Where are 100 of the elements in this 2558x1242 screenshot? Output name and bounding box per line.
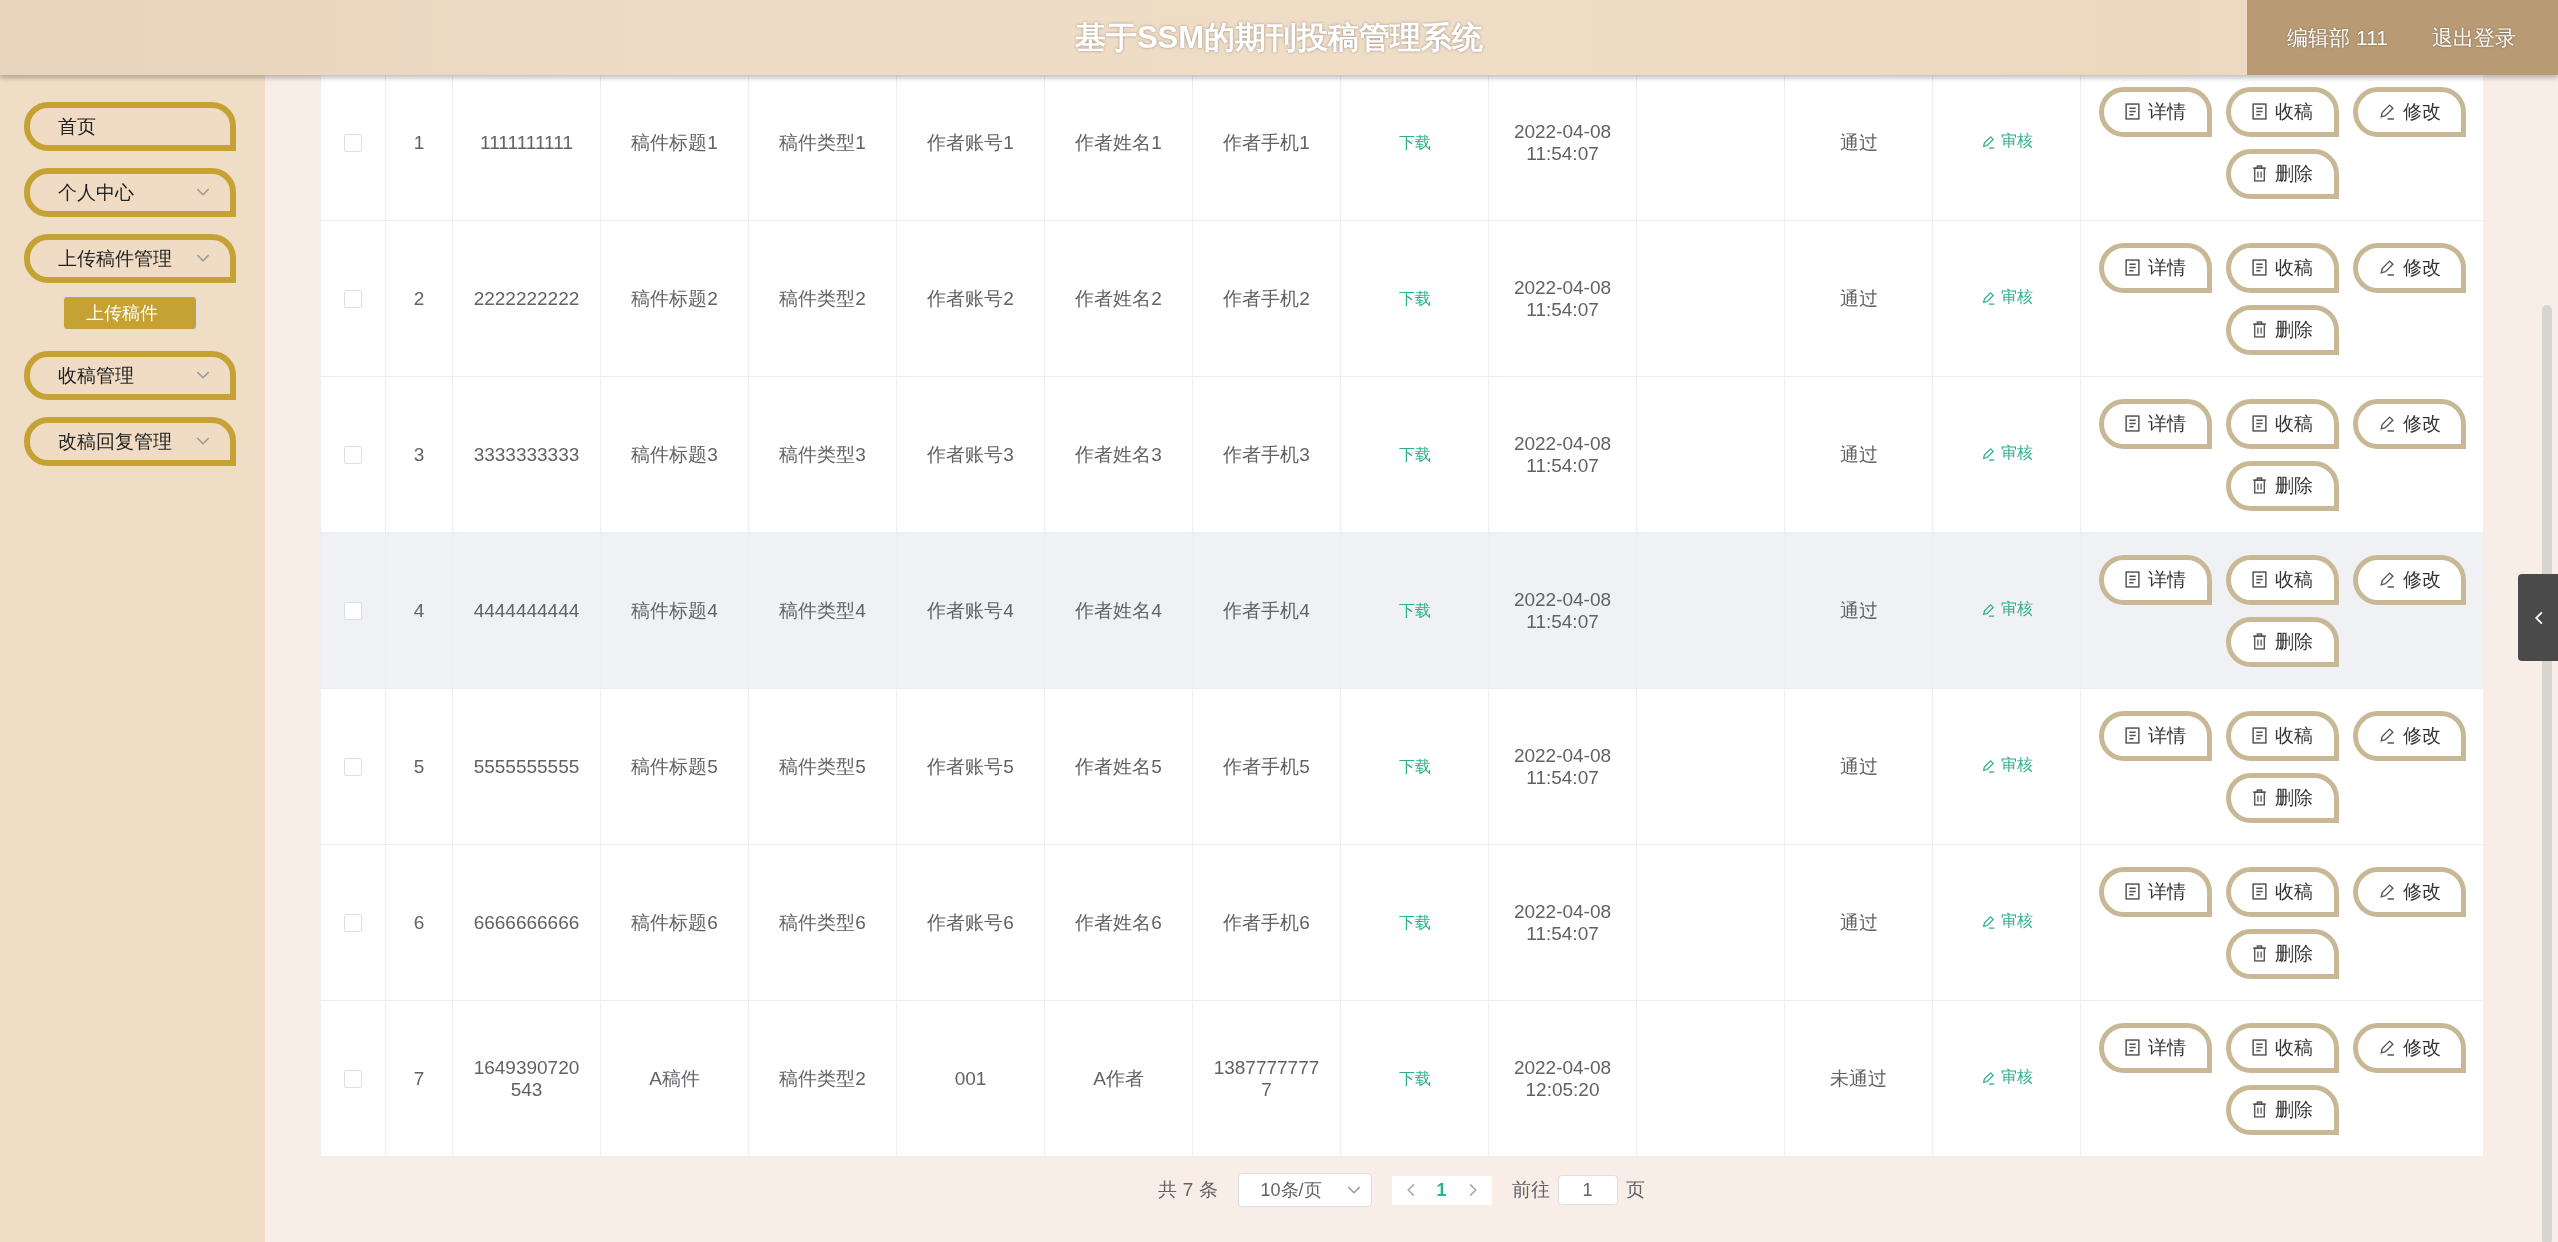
table-cell: 作者账号6 bbox=[896, 844, 1045, 1001]
pencil-icon bbox=[1980, 758, 1995, 773]
scrollbar[interactable] bbox=[2542, 305, 2552, 1242]
row-checkbox[interactable] bbox=[344, 446, 362, 465]
table-cell: 7 bbox=[385, 1000, 453, 1157]
table-cell: 作者手机5 bbox=[1192, 688, 1341, 845]
document-icon bbox=[2251, 727, 2267, 744]
action-button[interactable]: 修改 bbox=[2352, 242, 2466, 293]
table-cell: 2022-04-08 11:54:07 bbox=[1488, 220, 1637, 377]
nav-item[interactable]: 改稿回复管理 bbox=[24, 417, 236, 466]
trash-icon bbox=[2251, 789, 2267, 806]
action-button[interactable]: 修改 bbox=[2352, 710, 2466, 761]
action-button[interactable]: 收稿 bbox=[2225, 710, 2339, 761]
table-cell: 作者姓名2 bbox=[1044, 220, 1193, 377]
row-checkbox[interactable] bbox=[344, 602, 362, 621]
trash-icon bbox=[2251, 165, 2267, 182]
action-button[interactable]: 收稿 bbox=[2225, 1022, 2339, 1073]
pencil-icon bbox=[2377, 883, 2395, 900]
action-button[interactable]: 详情 bbox=[2098, 554, 2212, 605]
chevron-left-icon[interactable] bbox=[1405, 1183, 1415, 1197]
action-button[interactable]: 删除 bbox=[2225, 616, 2339, 667]
nav-item[interactable]: 首页 bbox=[24, 102, 236, 151]
table-cell: 3333333333 bbox=[452, 376, 601, 533]
document-icon bbox=[2124, 415, 2140, 432]
action-button[interactable]: 详情 bbox=[2098, 1022, 2212, 1073]
action-button[interactable]: 详情 bbox=[2098, 710, 2212, 761]
table-cell: 作者账号3 bbox=[896, 376, 1045, 533]
table-cell: 通过 bbox=[1784, 220, 1933, 377]
table-cell: 4 bbox=[385, 532, 453, 689]
table-cell: 通过 bbox=[1784, 688, 1933, 845]
table-cell: 作者账号2 bbox=[896, 220, 1045, 377]
action-button[interactable]: 收稿 bbox=[2225, 86, 2339, 137]
row-checkbox[interactable] bbox=[344, 914, 362, 933]
document-icon bbox=[2251, 883, 2267, 900]
action-button[interactable]: 收稿 bbox=[2225, 398, 2339, 449]
document-icon bbox=[2251, 1039, 2267, 1056]
table-cell: 稿件类型5 bbox=[748, 688, 897, 845]
action-button[interactable]: 删除 bbox=[2225, 460, 2339, 511]
table-cell: 稿件标题3 bbox=[600, 376, 749, 533]
action-button[interactable]: 修改 bbox=[2352, 1022, 2466, 1073]
action-button[interactable]: 修改 bbox=[2352, 398, 2466, 449]
table-cell: 3 bbox=[385, 376, 453, 533]
action-button[interactable]: 删除 bbox=[2225, 304, 2339, 355]
nav-item[interactable]: 收稿管理 bbox=[24, 351, 236, 400]
action-button[interactable]: 详情 bbox=[2098, 398, 2212, 449]
table-cell: 1 bbox=[385, 75, 453, 221]
table-cell: 5 bbox=[385, 688, 453, 845]
action-button[interactable]: 详情 bbox=[2098, 86, 2212, 137]
action-button[interactable]: 删除 bbox=[2225, 148, 2339, 199]
action-button[interactable]: 修改 bbox=[2352, 86, 2466, 137]
table-cell: A稿件 bbox=[600, 1000, 749, 1157]
row-checkbox[interactable] bbox=[344, 290, 362, 309]
action-button[interactable]: 详情 bbox=[2098, 866, 2212, 917]
action-button[interactable]: 删除 bbox=[2225, 1084, 2339, 1135]
table-cell: 稿件标题1 bbox=[600, 75, 749, 221]
action-button[interactable]: 收稿 bbox=[2225, 554, 2339, 605]
page-input[interactable]: 1 bbox=[1557, 1175, 1618, 1205]
side-tab[interactable] bbox=[2518, 574, 2558, 661]
page-size-select[interactable]: 10条/页 bbox=[1237, 1173, 1372, 1207]
row-checkbox[interactable] bbox=[344, 134, 362, 153]
table-cell: 001 bbox=[896, 1000, 1045, 1157]
row-checkbox[interactable] bbox=[344, 1070, 362, 1089]
table-cell: 作者姓名4 bbox=[1044, 532, 1193, 689]
pencil-icon bbox=[1980, 290, 1995, 305]
document-icon bbox=[2124, 571, 2140, 588]
table-cell: 稿件类型3 bbox=[748, 376, 897, 533]
action-button[interactable]: 修改 bbox=[2352, 554, 2466, 605]
table-cell: A作者 bbox=[1044, 1000, 1193, 1157]
table-cell: 作者手机2 bbox=[1192, 220, 1341, 377]
table-cell: 作者姓名6 bbox=[1044, 844, 1193, 1001]
action-button[interactable]: 详情 bbox=[2098, 242, 2212, 293]
table-cell: 6 bbox=[385, 844, 453, 1001]
pencil-icon bbox=[2377, 571, 2395, 588]
trash-icon bbox=[2251, 321, 2267, 338]
table-cell: 作者姓名3 bbox=[1044, 376, 1193, 533]
table-cell: 稿件类型1 bbox=[748, 75, 897, 221]
pencil-icon bbox=[1980, 914, 1995, 929]
table-cell: 作者姓名1 bbox=[1044, 75, 1193, 221]
action-button[interactable]: 收稿 bbox=[2225, 242, 2339, 293]
document-icon bbox=[2124, 259, 2140, 276]
action-button[interactable]: 删除 bbox=[2225, 772, 2339, 823]
action-button[interactable]: 修改 bbox=[2352, 866, 2466, 917]
document-icon bbox=[2251, 571, 2267, 588]
chevron-down-icon bbox=[196, 371, 210, 380]
table-cell: 稿件类型2 bbox=[748, 220, 897, 377]
action-button[interactable]: 删除 bbox=[2225, 928, 2339, 979]
nav-item[interactable]: 个人中心 bbox=[24, 168, 236, 217]
pencil-icon bbox=[1980, 446, 1995, 461]
table-cell: 作者手机4 bbox=[1192, 532, 1341, 689]
nav-item[interactable]: 上传稿件管理 bbox=[24, 234, 236, 283]
table-cell: 作者姓名5 bbox=[1044, 688, 1193, 845]
action-button[interactable]: 收稿 bbox=[2225, 866, 2339, 917]
table-cell: 稿件标题6 bbox=[600, 844, 749, 1001]
table-cell: 作者手机6 bbox=[1192, 844, 1341, 1001]
table-cell: 5555555555 bbox=[452, 688, 601, 845]
table-cell: 稿件类型4 bbox=[748, 532, 897, 689]
pencil-icon bbox=[2377, 1039, 2395, 1056]
row-checkbox[interactable] bbox=[344, 758, 362, 777]
chevron-right-icon[interactable] bbox=[1468, 1183, 1478, 1197]
table-cell: 通过 bbox=[1784, 376, 1933, 533]
